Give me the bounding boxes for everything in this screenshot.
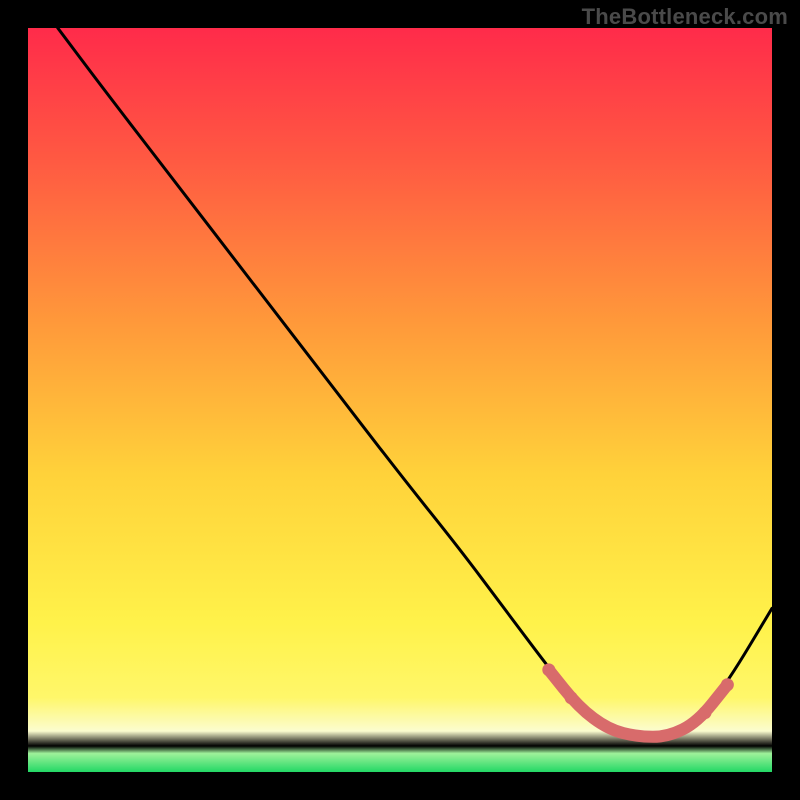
chart-svg bbox=[28, 28, 772, 772]
optimal-dot bbox=[699, 706, 712, 719]
plot-area bbox=[28, 28, 772, 772]
watermark-text: TheBottleneck.com bbox=[582, 4, 788, 30]
gradient-backdrop bbox=[28, 28, 772, 772]
optimal-dot bbox=[542, 663, 555, 676]
chart-stage: TheBottleneck.com bbox=[0, 0, 800, 800]
optimal-dot bbox=[721, 678, 734, 691]
optimal-dot bbox=[565, 691, 578, 704]
